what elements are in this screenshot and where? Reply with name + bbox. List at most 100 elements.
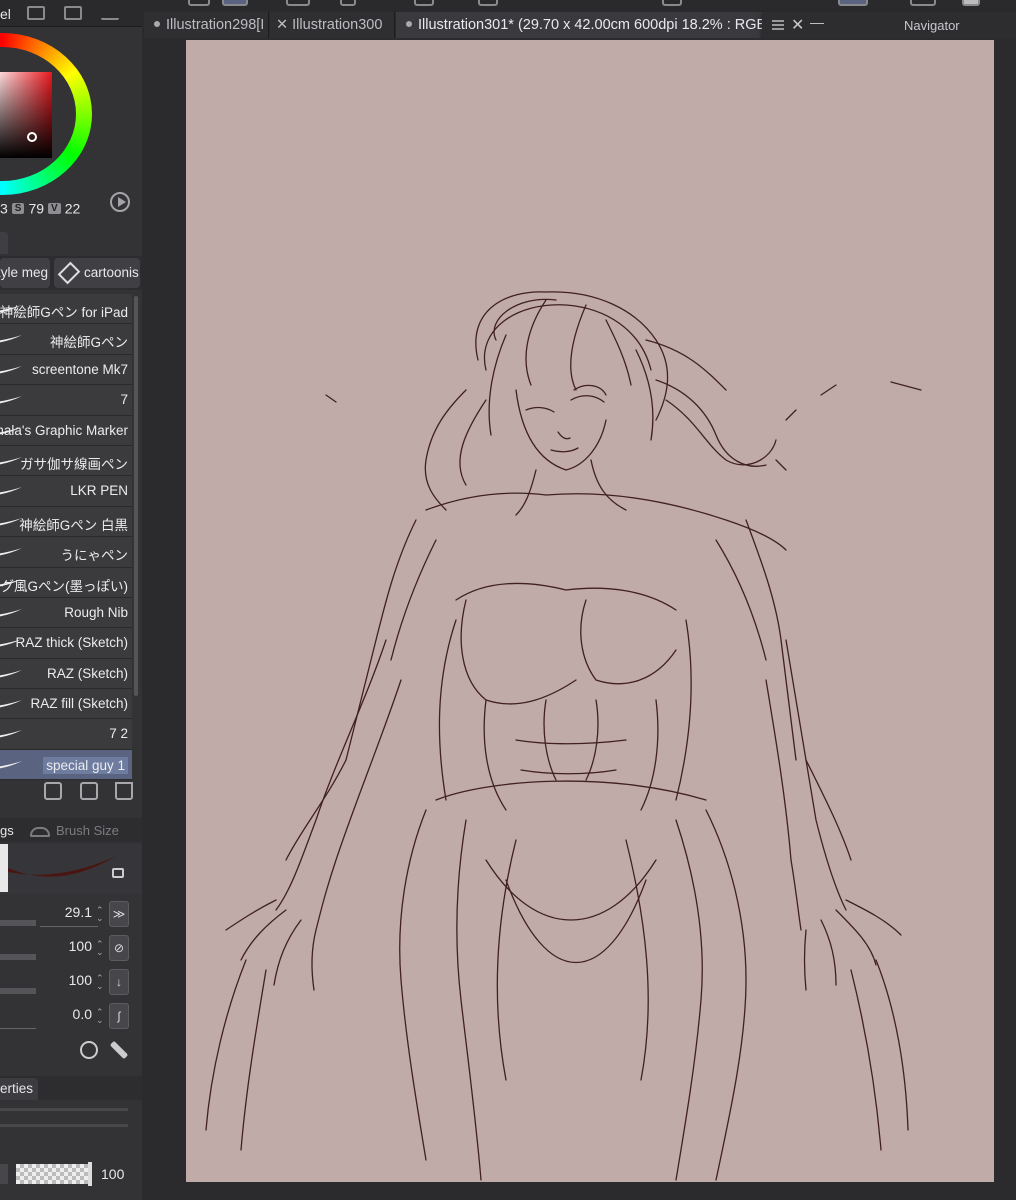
density-spinner[interactable]: ⌃ ⌄	[96, 974, 104, 991]
color-panel-header: el	[0, 0, 142, 27]
delete-subtool-icon[interactable]	[115, 782, 133, 800]
brush-list: 神絵師Gペン for iPad 神絵師Gペン screentone Mk7 7 mala…	[0, 294, 132, 781]
opacity-value[interactable]: 100	[69, 938, 92, 954]
brush-item[interactable]: special guy 1	[0, 749, 132, 781]
blend-mode-button[interactable]	[0, 1164, 8, 1184]
color-picker-cursor[interactable]	[27, 132, 37, 142]
toolbar-icon-b[interactable]	[222, 0, 248, 6]
drawing-canvas[interactable]	[186, 40, 994, 1182]
toolbar-icon-h[interactable]	[838, 0, 868, 6]
brush-item[interactable]: ログ風Gペン(墨っぽい)	[0, 567, 132, 598]
color-wheel-tab[interactable]: el	[0, 6, 11, 22]
toolbar-icon-j[interactable]	[962, 0, 980, 6]
stabilization-slider[interactable]	[0, 1028, 36, 1029]
brush-item[interactable]: mala's Graphic Marker	[0, 415, 132, 446]
brush-item[interactable]: 7	[0, 385, 132, 416]
value-value: 22	[64, 200, 81, 217]
duplicate-subtool-icon[interactable]	[80, 782, 98, 800]
stabilization-row[interactable]: 0.0 ⌃ ⌄ ʃ	[0, 1002, 142, 1032]
color-set-icon[interactable]	[64, 6, 82, 20]
stabilization-button[interactable]: ʃ	[109, 1003, 129, 1029]
brush-item[interactable]: 神絵師Gペン 白黒	[0, 506, 132, 538]
stabilization-spinner[interactable]: ⌃ ⌄	[96, 1008, 104, 1025]
brush-size-icon	[30, 826, 50, 837]
brush-item[interactable]: 神絵師Gペン	[0, 324, 132, 355]
color-mode-play-icon[interactable]	[110, 192, 130, 212]
opacity-row[interactable]: 100 ⌃ ⌄ ⊘	[0, 934, 142, 964]
brush-name: RAZ thick (Sketch)	[15, 635, 128, 651]
brush-name: 7	[120, 392, 128, 408]
intermediate-color-icon[interactable]	[27, 6, 45, 20]
brush-item[interactable]: screentone Mk7	[0, 354, 132, 386]
tab-brush-size[interactable]: Brush Size	[30, 823, 119, 838]
import-subtool-icon[interactable]	[44, 782, 62, 800]
brush-item[interactable]: ガサ伽サ線画ペン	[0, 445, 132, 477]
density-value[interactable]: 100	[69, 972, 92, 988]
unsaved-dot-icon	[154, 21, 160, 27]
close-icon[interactable]: ✕	[276, 17, 288, 33]
saturation-value-square[interactable]	[0, 72, 52, 158]
layer-opacity-slider[interactable]	[16, 1164, 90, 1184]
density-slider[interactable]	[0, 988, 36, 994]
brush-size-slider[interactable]	[0, 920, 36, 926]
brush-stroke-icon	[0, 396, 22, 404]
close-icon[interactable]: ✕	[791, 15, 804, 35]
subtool-panel-tab[interactable]	[0, 232, 8, 254]
hsv-readout: 3 S 79 V 22	[0, 199, 80, 216]
color-history-icon[interactable]	[101, 6, 119, 20]
brush-item[interactable]: RAZ (Sketch)	[0, 658, 132, 690]
brush-item[interactable]: うにゃペン	[0, 537, 132, 568]
subtool-tab-cartoonis[interactable]: cartoonis	[54, 258, 140, 288]
tab-tool-settings[interactable]: gs	[0, 823, 14, 838]
layer-opacity-knob[interactable]	[88, 1162, 92, 1186]
brush-list-scrollbar[interactable]	[134, 296, 138, 696]
tool-property-footer	[0, 1036, 142, 1066]
brush-stroke-icon	[0, 700, 22, 708]
pressure-size-button[interactable]: ≫	[109, 901, 129, 927]
minimize-icon[interactable]: —	[810, 14, 824, 30]
toolbar-icon-e[interactable]	[414, 0, 434, 6]
toolbar-icon-f[interactable]	[478, 0, 498, 6]
brush-item[interactable]: RAZ thick (Sketch)	[0, 628, 132, 659]
brush-name: 神絵師Gペン for iPad	[0, 305, 128, 320]
brush-stroke-icon	[0, 760, 22, 769]
menu-icon[interactable]	[772, 20, 784, 30]
layer-opacity-value[interactable]: 100	[101, 1166, 124, 1182]
brush-item[interactable]: 7 2	[0, 719, 132, 750]
opacity-spinner[interactable]: ⌃ ⌄	[96, 940, 104, 957]
toolbar-icon-i[interactable]	[910, 0, 936, 6]
brush-name: LKR PEN	[70, 483, 128, 499]
tab-illustration298[interactable]: Illustration298[I	[144, 12, 269, 38]
brush-size-value[interactable]: 29.1	[65, 904, 92, 920]
brush-size-row[interactable]: 29.1 ⌃ ⌄ ≫	[0, 900, 142, 930]
wrench-icon[interactable]	[109, 1040, 129, 1060]
brush-name: mala's Graphic Marker	[0, 422, 128, 438]
brush-stroke-icon	[0, 669, 22, 678]
opacity-effect-button[interactable]: ⊘	[109, 935, 129, 961]
density-row[interactable]: 100 ⌃ ⌄ ↓	[0, 968, 142, 998]
toolbar-icon-g[interactable]	[662, 0, 682, 6]
eraser-icon	[57, 262, 81, 285]
opacity-slider[interactable]	[0, 954, 36, 960]
tab-illustration301[interactable]: Illustration301* (29.70 x 42.00cm 600dpi…	[396, 12, 767, 38]
layer-opacity-row[interactable]: 100	[0, 1162, 142, 1188]
subtool-group-tabs: kyle meg cartoonis	[0, 256, 142, 290]
tab-illustration300[interactable]: ✕ Illustration300	[270, 12, 395, 38]
toolbar-icon-c[interactable]	[286, 0, 310, 6]
subtool-tab-kyle[interactable]: kyle meg	[0, 258, 50, 288]
timer-icon[interactable]	[80, 1041, 98, 1059]
brush-item[interactable]: 神絵師Gペン for iPad	[0, 294, 132, 325]
brush-item[interactable]: LKR PEN	[0, 476, 132, 507]
lock-icon[interactable]	[112, 868, 124, 878]
toolbar-icon-a[interactable]	[188, 0, 210, 6]
brush-item[interactable]: Rough Nib	[0, 597, 132, 629]
brush-name: うにゃペン	[60, 548, 129, 564]
stabilization-value[interactable]: 0.0	[73, 1006, 92, 1022]
hue-value: 3	[0, 200, 8, 217]
layer-effect-bar	[0, 1108, 128, 1111]
brush-size-spinner[interactable]: ⌃ ⌄	[96, 906, 104, 923]
density-pressure-button[interactable]: ↓	[109, 969, 129, 995]
canvas-scrollbar[interactable]	[1000, 48, 1016, 1190]
toolbar-icon-d[interactable]	[340, 0, 356, 6]
brush-item[interactable]: RAZ fill (Sketch)	[0, 689, 132, 720]
